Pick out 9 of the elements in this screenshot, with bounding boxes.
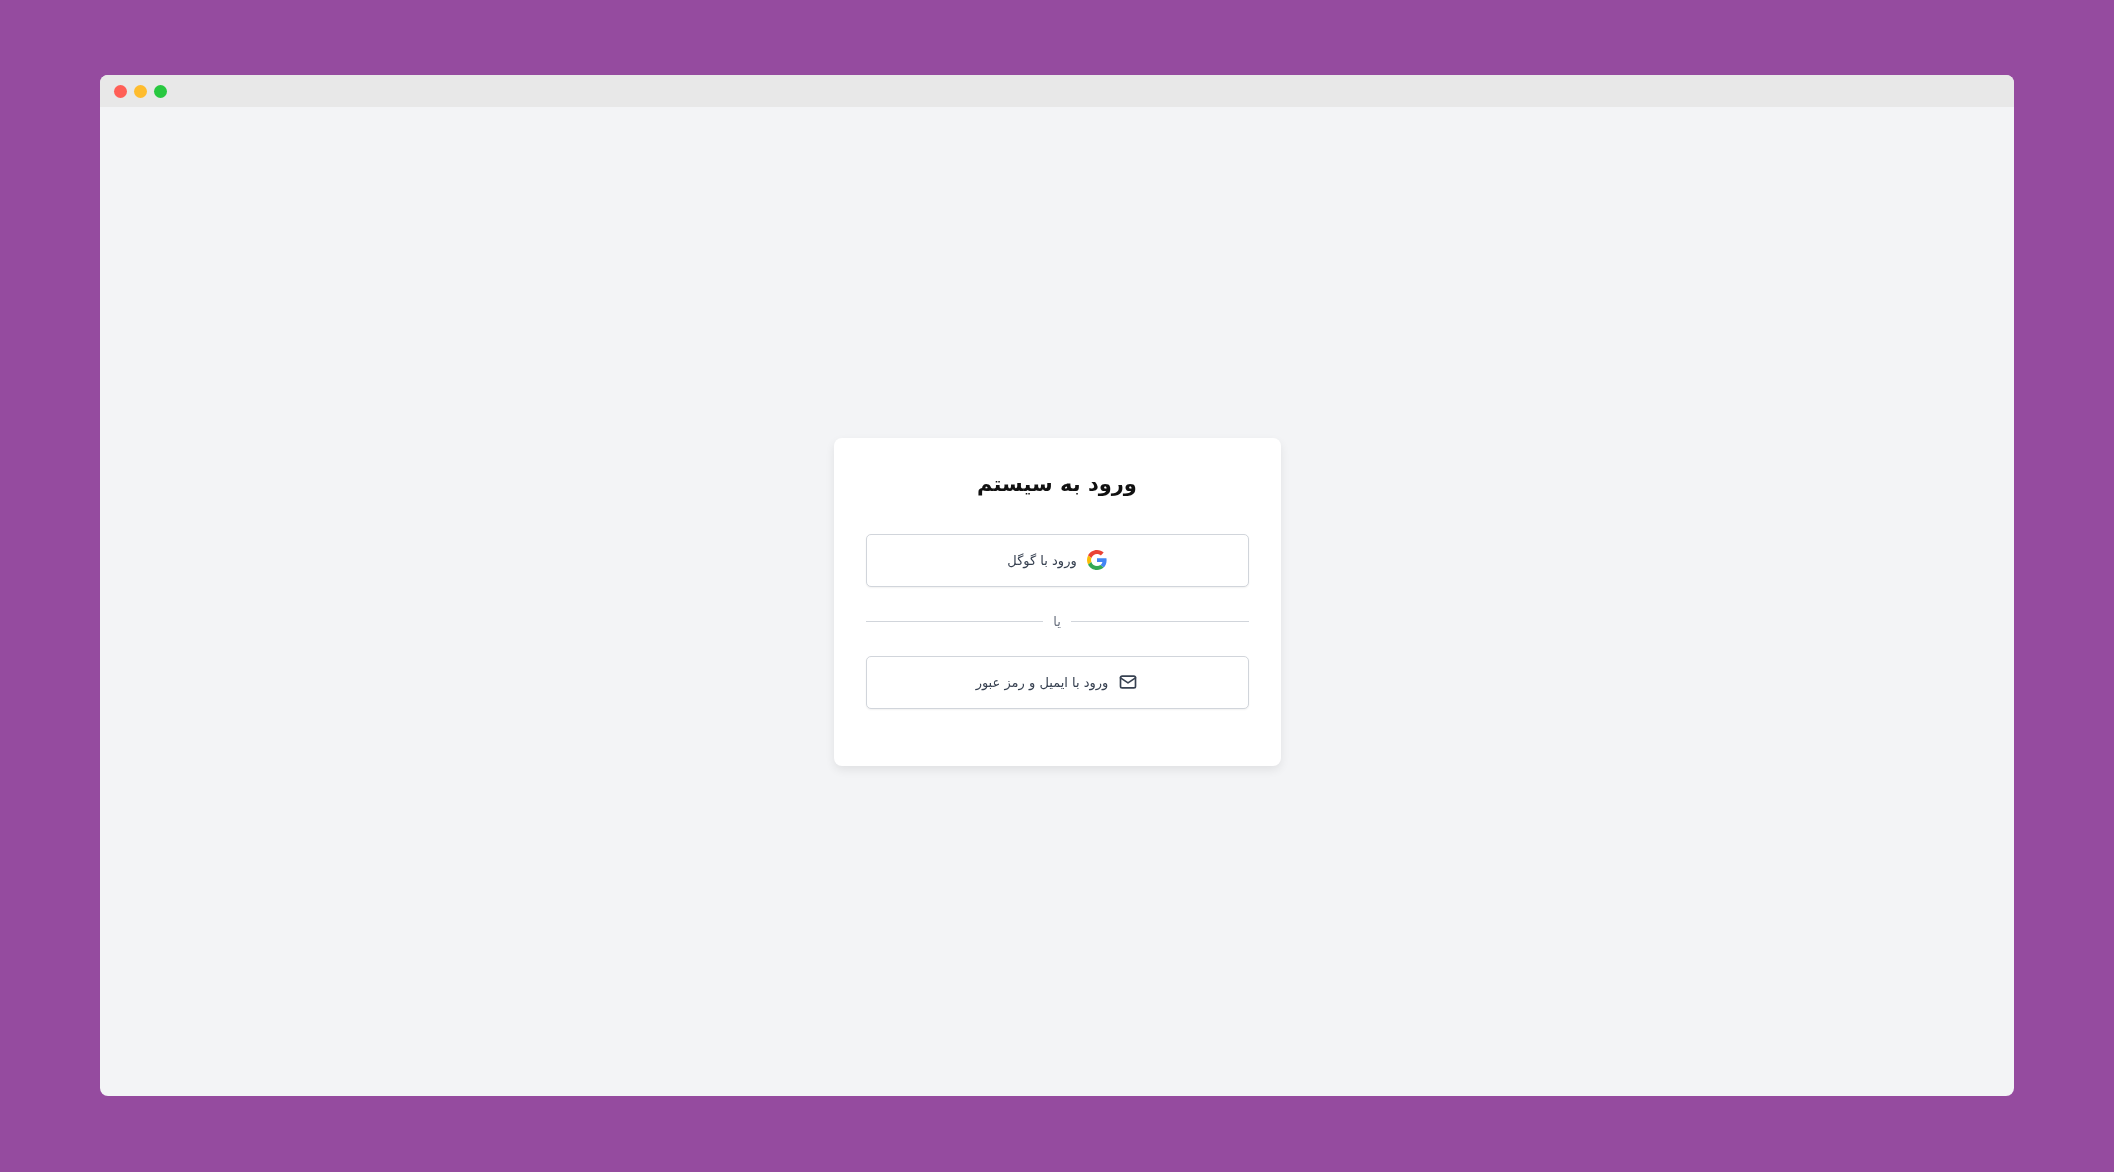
google-g-icon — [1086, 550, 1107, 570]
window-control-dot[interactable] — [134, 84, 147, 98]
divider-text: یا — [1053, 613, 1061, 629]
email-login-button[interactable]: ورود با ایمیل و رمز عبور — [865, 655, 1249, 709]
card-title: ورود به سیستم — [976, 470, 1138, 498]
window-control-dot[interactable] — [154, 84, 167, 98]
google-login-button[interactable]: ورود با گوگل — [865, 533, 1249, 587]
envelope-icon — [1118, 672, 1139, 692]
window-control-dot[interactable] — [114, 84, 127, 98]
